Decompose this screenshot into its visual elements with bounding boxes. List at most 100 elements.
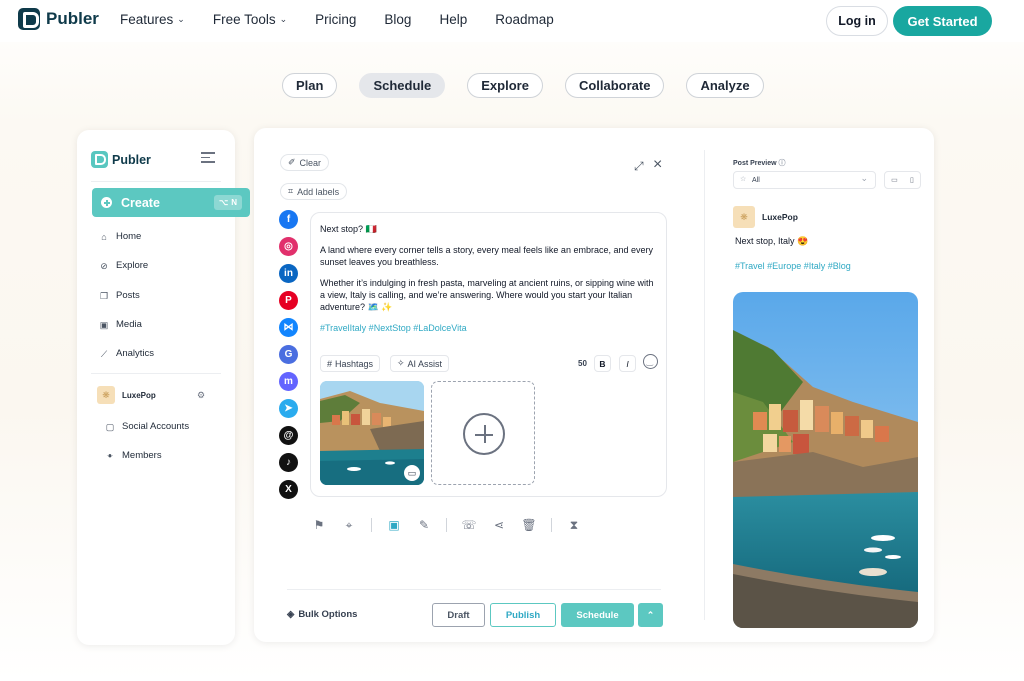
draft-button[interactable]: Draft: [432, 603, 485, 627]
preview-caption: Next stop, Italy 😍: [735, 236, 809, 246]
emoji-icon[interactable]: [643, 354, 658, 369]
publer-logo[interactable]: Publer: [18, 8, 99, 30]
media-thumbnail[interactable]: ▭: [320, 381, 424, 485]
info-icon: ⓘ: [778, 160, 786, 167]
sparkle-icon: ✧: [397, 358, 405, 368]
share-icon[interactable]: ⋖: [491, 517, 507, 533]
chevron-down-icon: ⌄: [177, 14, 185, 24]
command-icon: ⌥: [219, 198, 229, 207]
tiktok-icon[interactable]: ♪: [279, 453, 298, 472]
nav-free-tools[interactable]: Free Tools ⌄: [213, 12, 287, 27]
publish-button[interactable]: Publish: [490, 603, 556, 627]
chevron-down-icon: ⌄: [279, 14, 288, 24]
tab-analyze[interactable]: Analyze: [686, 73, 764, 98]
comment-icon[interactable]: ▭: [404, 465, 420, 481]
plus-circle-icon: [463, 413, 505, 455]
tab-schedule[interactable]: Schedule: [359, 73, 446, 98]
sidebar-logo[interactable]: Publer: [91, 151, 151, 168]
preview-account-name: LuxePop: [762, 212, 798, 222]
add-labels-button[interactable]: ⌗ Add labels: [280, 183, 348, 200]
broom-icon: ✐: [288, 157, 296, 167]
preview-device-toggle[interactable]: ▭ ▯: [884, 171, 921, 189]
trash-icon[interactable]: 🗑: [521, 517, 537, 533]
sidebar-item-members[interactable]: ꔹ Members: [105, 450, 161, 461]
hashtags-button[interactable]: # Hashtags: [320, 355, 381, 372]
google-business-icon[interactable]: G: [279, 345, 298, 364]
signpost-icon[interactable]: ⚑: [311, 517, 327, 533]
post-line-3: Whether it’s indulging in fresh pasta, m…: [320, 278, 654, 312]
nav-features[interactable]: Features ⌄: [120, 12, 185, 27]
post-preview-label: Post Preview ⓘ: [733, 160, 786, 167]
get-started-button[interactable]: Get Started: [893, 6, 992, 36]
sidebar-brand: Publer: [112, 152, 151, 167]
publer-logo-icon: [18, 8, 40, 30]
ai-assist-button[interactable]: ✧ AI Assist: [390, 355, 450, 372]
divider: [551, 518, 552, 532]
threads-icon[interactable]: @: [279, 426, 298, 445]
gear-icon[interactable]: ⚙: [197, 390, 205, 401]
bold-button[interactable]: B: [594, 355, 611, 372]
nav-links: Features ⌄ Free Tools ⌄ Pricing Blog Help …: [120, 12, 554, 27]
sidebar-item-posts[interactable]: ❐ Posts: [99, 290, 140, 301]
login-button[interactable]: Log in: [826, 6, 888, 36]
nav-roadmap[interactable]: Roadmap: [495, 12, 554, 27]
bulk-options-button[interactable]: ◈ Bulk Options: [287, 609, 357, 620]
x-icon[interactable]: X: [279, 480, 298, 499]
nav-help[interactable]: Help: [439, 12, 467, 27]
sidebar-item-explore[interactable]: ⊘ Explore: [99, 260, 148, 271]
collapse-sidebar-icon[interactable]: [201, 152, 215, 164]
pencil-icon[interactable]: ✎: [416, 517, 432, 533]
preview-network-select[interactable]: All: [733, 171, 876, 189]
chevron-up-icon: ⌃: [646, 609, 655, 620]
posts-icon: ❐: [99, 290, 109, 301]
linkedin-icon[interactable]: in: [279, 264, 298, 283]
post-text[interactable]: Next stop? 🇮🇹 A land where every corner …: [320, 223, 660, 343]
sidebar-item-analytics[interactable]: ⟋ Analytics: [99, 348, 154, 359]
tab-explore[interactable]: Explore: [467, 73, 543, 98]
divider: [446, 518, 447, 532]
create-button[interactable]: Create ⌥ N: [92, 188, 250, 217]
nav-pricing[interactable]: Pricing: [315, 12, 356, 27]
location-pin-icon[interactable]: ⌖: [341, 517, 357, 533]
mastodon-icon[interactable]: m: [279, 372, 298, 391]
italic-button[interactable]: I: [619, 355, 636, 372]
divider: [371, 518, 372, 532]
social-network-list: f ◎ in P ⋈ G m ➤ @ ♪ X: [279, 210, 298, 499]
clear-button[interactable]: ✐ Clear: [280, 154, 330, 171]
sidebar-item-media[interactable]: ▣ Media: [99, 319, 142, 330]
telegram-icon[interactable]: ➤: [279, 399, 298, 418]
mobile-icon[interactable]: ▯: [910, 176, 914, 184]
create-shortcut: ⌥ N: [214, 195, 242, 210]
expand-icon[interactable]: ⤢: [634, 159, 644, 174]
desktop-icon[interactable]: ▭: [891, 176, 898, 184]
bluesky-icon[interactable]: ⋈: [279, 318, 298, 337]
add-media-button[interactable]: [431, 381, 535, 485]
tab-plan[interactable]: Plan: [282, 73, 338, 98]
instagram-icon[interactable]: ◎: [279, 237, 298, 256]
image-icon[interactable]: ▣: [386, 517, 402, 533]
preview-image: [733, 292, 918, 628]
preview-avatar: ❋: [733, 206, 755, 228]
sidebar-item-home[interactable]: ⌂ Home: [99, 231, 141, 242]
schedule-options-button[interactable]: ⌃: [638, 603, 663, 627]
post-toolbar: ⚑ ⌖ ▣ ✎ ☏ ⋖ 🗑 ⧗: [311, 517, 596, 533]
tab-collaborate[interactable]: Collaborate: [564, 73, 665, 98]
image-icon: ▣: [99, 319, 109, 330]
pinterest-icon[interactable]: P: [279, 291, 298, 310]
hourglass-icon[interactable]: ⧗: [566, 517, 582, 533]
sidebar-item-social-accounts[interactable]: ▢ Social Accounts: [105, 421, 189, 432]
tag-icon: ⌗: [288, 186, 294, 196]
facebook-icon[interactable]: f: [279, 210, 298, 229]
schedule-button[interactable]: Schedule: [561, 603, 634, 627]
workspace-switcher[interactable]: ❋ LuxePop: [97, 386, 156, 404]
post-composer[interactable]: Next stop? 🇮🇹 A land where every corner …: [310, 212, 667, 497]
italy-coast-preview-image: [733, 292, 918, 628]
char-count: 50: [578, 359, 587, 368]
post-line-2: A land where every corner tells a story,…: [320, 245, 653, 267]
top-nav: Publer Features ⌄ Free Tools ⌄ Pricing Blo…: [0, 0, 1024, 42]
nav-blog[interactable]: Blog: [384, 12, 411, 27]
close-icon[interactable]: ×: [653, 156, 662, 174]
publer-logo-icon: [91, 151, 108, 168]
comments-icon[interactable]: ☏: [461, 517, 477, 533]
chart-icon: ⟋: [100, 348, 108, 359]
